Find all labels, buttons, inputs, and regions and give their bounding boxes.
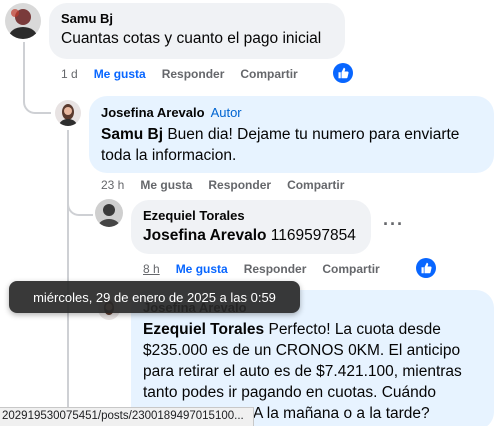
comment-time[interactable]: 1 d [61,67,78,81]
share-button[interactable]: Compartir [240,67,297,81]
avatar-josefina-icon [55,100,81,126]
comment-actions: 23 h Me gusta Responder Compartir [101,178,360,192]
comment-text-line: 1169597854 [266,227,356,244]
comment-text-line: para retirar el auto es de $7.421.100, m… [143,363,462,380]
comment-text-line: Buen dia! Dejame tu numero para enviarte [163,126,460,143]
comment-text: Josefina Arevalo 1169597854 [143,225,359,246]
thread-curve-2 [67,190,93,216]
comment-text: Samu Bj Buen dia! Dejame tu numero para … [101,124,482,166]
mention-link[interactable]: Samu Bj [101,126,163,143]
browser-status-url: 202919530075451/posts/2300189497015100..… [0,407,254,426]
share-button[interactable]: Compartir [287,178,344,192]
like-reaction-icon[interactable] [333,63,353,83]
author-badge: Autor [210,105,242,120]
reply-button[interactable]: Responder [162,67,225,81]
comment-bubble: Josefina Arevalo Autor Samu Bj Buen dia! … [89,96,494,173]
avatar[interactable] [5,3,41,39]
more-options-icon[interactable]: ··· [383,214,404,235]
comment-text-line: tanto podes ir pagando en cuotas. Cuándo [143,384,437,401]
avatar-samu-icon [5,3,41,39]
share-button[interactable]: Compartir [322,262,379,276]
comment-author[interactable]: Ezequiel Torales [143,208,359,223]
timestamp-tooltip: miércoles, 29 de enero de 2025 a las 0:5… [9,281,300,313]
like-reaction-icon[interactable] [416,258,436,278]
comment-bubble: Ezequiel Torales Josefina Arevalo 116959… [131,200,371,254]
comment-bubble: Samu Bj Cuantas cotas y cuanto el pago i… [49,3,345,59]
comment-text-line: $235.000 es de un CRONOS 0KM. El anticip… [143,342,461,359]
comment-text-line: Perfecto! La cuota desde [264,321,441,338]
comment-text-line: toda la informacion. [101,147,237,164]
like-button[interactable]: Me gusta [140,178,192,192]
reply-button[interactable]: Responder [244,262,307,276]
like-button[interactable]: Me gusta [176,262,228,276]
comment-actions: 1 d Me gusta Responder Compartir [61,67,314,81]
comment-time[interactable]: 8 h [143,262,160,276]
thread-line-reply [67,130,69,410]
comment-author[interactable]: Samu Bj [61,11,333,26]
reply-button[interactable]: Responder [208,178,271,192]
thread-curve-1 [23,80,51,114]
mention-link[interactable]: Josefina Arevalo [143,227,266,244]
comment-text: Cuantas cotas y cuanto el pago inicial [61,30,322,47]
comment-actions: 8 h Me gusta Responder Compartir [143,262,396,276]
avatar-ezequiel-icon [95,199,123,227]
comment-time[interactable]: 23 h [101,178,124,192]
avatar[interactable] [55,100,81,126]
like-button[interactable]: Me gusta [94,67,146,81]
comment-header: Josefina Arevalo Autor [101,104,482,122]
mention-link[interactable]: Ezequiel Torales [143,321,264,338]
comment-author[interactable]: Josefina Arevalo [101,105,205,120]
avatar[interactable] [95,199,123,227]
